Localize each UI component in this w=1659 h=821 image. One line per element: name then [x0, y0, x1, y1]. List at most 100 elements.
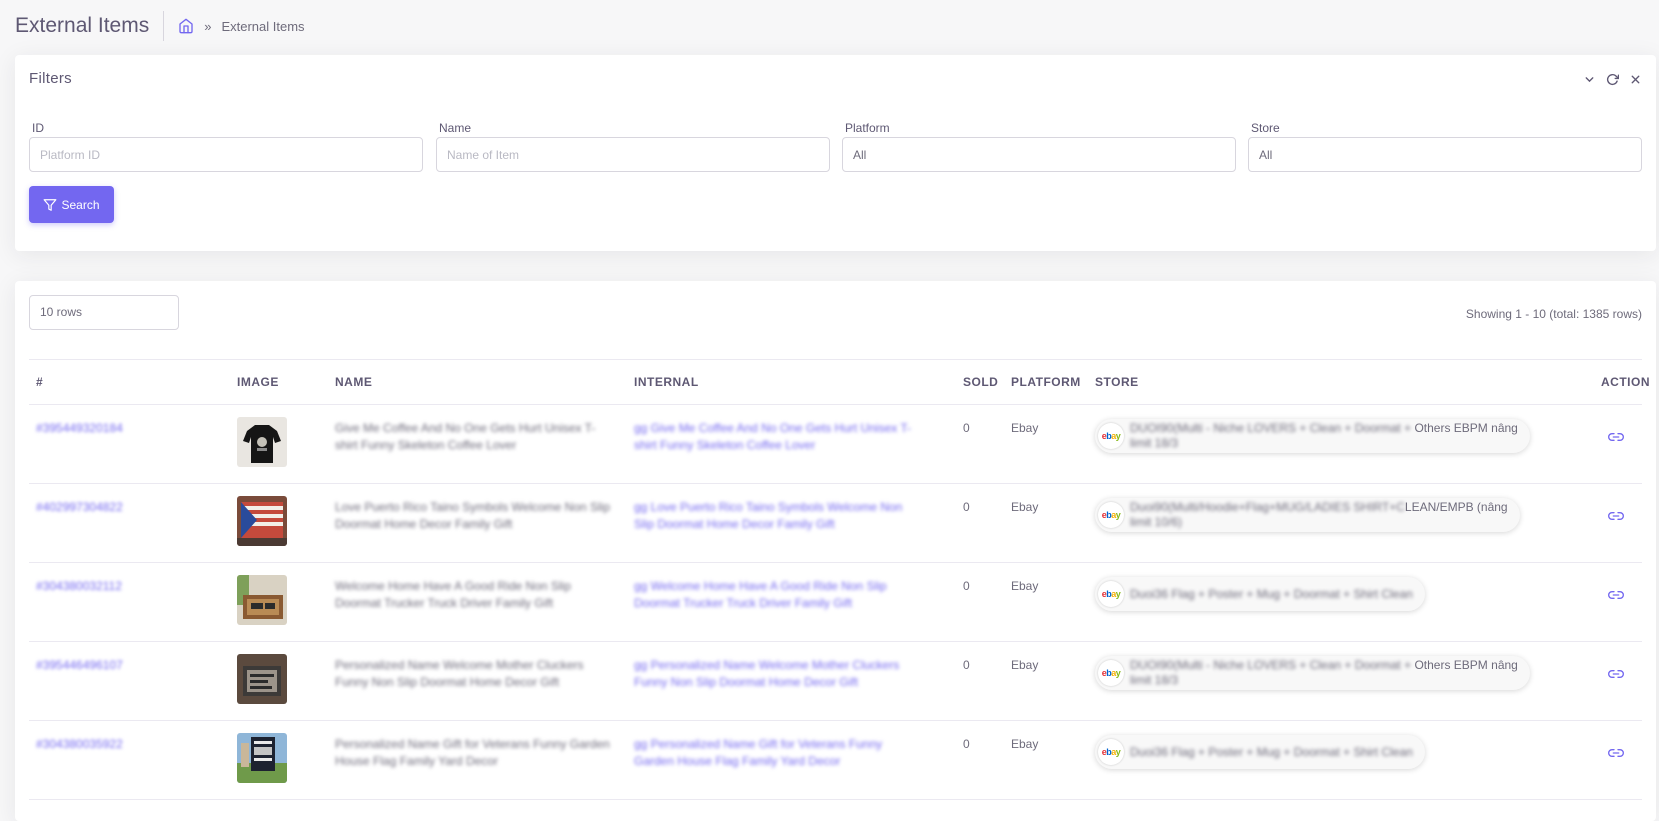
store-label: Store	[1251, 121, 1280, 135]
store-filter: Store	[1248, 121, 1642, 172]
store-name-tail: Others EBPM nâng	[1414, 658, 1518, 672]
item-platform: Ebay	[1011, 658, 1039, 672]
item-id-link[interactable]: #402997304822	[36, 499, 123, 516]
table-row: #395449320184 Give Me Coffee And No One …	[29, 405, 1642, 484]
pagination-info: Showing 1 - 10 (total: 1385 rows)	[1465, 307, 1642, 321]
page-header: External Items » External Items	[15, 10, 305, 42]
store-select[interactable]	[1248, 137, 1642, 172]
table-row: #402997304822 Love Puerto Rico Taino Sym…	[29, 484, 1642, 563]
item-image	[237, 496, 287, 546]
store-chip: ebay DUOI90(Multi - Niche LOVERS + Clean…	[1095, 419, 1530, 453]
store-name: DUOI90(Multi - Niche LOVERS + Clean + Do…	[1130, 421, 1518, 451]
link-icon[interactable]	[1608, 666, 1624, 682]
card-actions	[1583, 73, 1642, 86]
item-sold: 0	[963, 500, 970, 514]
item-name: Personalized Name Welcome Mother Clucker…	[335, 658, 584, 689]
link-icon[interactable]	[1608, 508, 1624, 524]
item-platform: Ebay	[1011, 500, 1039, 514]
item-sold: 0	[963, 579, 970, 593]
platform-filter: Platform	[842, 121, 1236, 172]
platform-select[interactable]	[842, 137, 1236, 172]
item-image	[237, 733, 287, 783]
item-platform: Ebay	[1011, 737, 1039, 751]
home-icon[interactable]	[178, 18, 194, 34]
store-chip: ebay Duoi90(Multi/Hoodie+Flag+MUG/LADIES…	[1095, 498, 1520, 532]
item-image	[237, 654, 287, 704]
table-row: #304380035922 Personalized Name Gift for…	[29, 721, 1642, 800]
filters-title: Filters	[29, 70, 72, 87]
item-name: Give Me Coffee And No One Gets Hurt Unis…	[335, 421, 596, 452]
internal-link[interactable]: gg Love Puerto Rico Taino Symbols Welcom…	[634, 499, 924, 533]
search-button-label: Search	[61, 197, 100, 212]
link-icon[interactable]	[1608, 587, 1624, 603]
search-button[interactable]: Search	[29, 186, 114, 223]
store-name-line2: limit 18/3	[1130, 673, 1179, 687]
item-image	[237, 575, 287, 625]
store-name-masked: Duoi36 Flag + Poster + Mug + Doormat + S…	[1130, 586, 1413, 601]
store-name: Duoi90(Multi/Hoodie+Flag+MUG/LADIES SHIR…	[1130, 500, 1508, 530]
store-name: Duoi36 Flag + Poster + Mug + Doormat + S…	[1130, 587, 1413, 602]
internal-link[interactable]: gg Give Me Coffee And No One Gets Hurt U…	[634, 420, 924, 454]
name-input[interactable]	[436, 137, 830, 172]
table-header: # IMAGE NAME INTERNAL SOLD PLATFORM STOR…	[29, 359, 1650, 405]
header-sold[interactable]: SOLD	[963, 375, 998, 389]
item-platform: Ebay	[1011, 421, 1039, 435]
item-platform: Ebay	[1011, 579, 1039, 593]
item-sold: 0	[963, 658, 970, 672]
store-name-line2: limit 10/6)	[1130, 515, 1183, 529]
items-table: # IMAGE NAME INTERNAL SOLD PLATFORM STOR…	[29, 359, 1650, 800]
refresh-icon[interactable]	[1606, 73, 1620, 86]
breadcrumb-separator: »	[204, 18, 212, 34]
header-name[interactable]: NAME	[335, 375, 372, 389]
id-filter: ID	[29, 121, 423, 172]
store-chip: ebay DUOI90(Multi - Niche LOVERS + Clean…	[1095, 656, 1530, 690]
item-id-link[interactable]: #304380035922	[36, 736, 123, 753]
internal-link[interactable]: gg Personalized Name Welcome Mother Cluc…	[634, 657, 924, 691]
header-action: ACTION	[1601, 375, 1650, 389]
rows-per-page-select[interactable]: 10 rows	[29, 295, 179, 330]
ebay-logo-icon: ebay	[1098, 423, 1124, 449]
store-chip: ebay Duoi36 Flag + Poster + Mug + Doorma…	[1095, 577, 1425, 611]
header-internal[interactable]: INTERNAL	[634, 375, 699, 389]
store-name-masked: Duoi36 Flag + Poster + Mug + Doormat + S…	[1130, 744, 1413, 759]
header-platform[interactable]: PLATFORM	[1011, 375, 1081, 389]
item-name: Personalized Name Gift for Veterans Funn…	[335, 737, 610, 768]
item-id-link[interactable]: #395449320184	[36, 420, 123, 437]
header-store[interactable]: STORE	[1095, 375, 1139, 389]
link-icon[interactable]	[1608, 745, 1624, 761]
item-id-link[interactable]: #395446496107	[36, 657, 123, 674]
id-label: ID	[32, 121, 44, 135]
name-label: Name	[439, 121, 472, 135]
filter-icon	[44, 198, 57, 211]
store-name-masked: Duoi90(Multi/Hoodie+Flag+MUG/LADIES SHIR…	[1130, 500, 1405, 514]
close-icon[interactable]	[1629, 73, 1642, 86]
item-sold: 0	[963, 421, 970, 435]
name-filter: Name	[436, 121, 830, 172]
item-id-link[interactable]: #304380032112	[36, 578, 122, 595]
store-name: Duoi36 Flag + Poster + Mug + Doormat + S…	[1130, 745, 1413, 760]
page-title: External Items	[15, 11, 165, 41]
items-table-card: 10 rows Showing 1 - 10 (total: 1385 rows…	[15, 281, 1656, 821]
store-name-line2: limit 18/3	[1130, 436, 1179, 450]
item-sold: 0	[963, 737, 970, 751]
item-image	[237, 417, 287, 467]
link-icon[interactable]	[1608, 429, 1624, 445]
internal-link[interactable]: gg Personalized Name Gift for Veterans F…	[634, 736, 924, 770]
ebay-logo-icon: ebay	[1098, 502, 1124, 528]
header-id[interactable]: #	[36, 375, 43, 389]
store-name: DUOI90(Multi - Niche LOVERS + Clean + Do…	[1130, 658, 1518, 688]
id-input[interactable]	[29, 137, 423, 172]
ebay-logo-icon: ebay	[1098, 660, 1124, 686]
internal-link[interactable]: gg Welcome Home Have A Good Ride Non Sli…	[634, 578, 924, 612]
filters-card: Filters ID Name Platform Store Search	[15, 55, 1656, 251]
item-name: Welcome Home Have A Good Ride Non Slip D…	[335, 579, 571, 610]
table-row: #395446496107 Personalized Name Welcome …	[29, 642, 1642, 721]
chevron-down-icon[interactable]	[1583, 73, 1596, 86]
item-name: Love Puerto Rico Taino Symbols Welcome N…	[335, 500, 611, 531]
platform-label: Platform	[845, 121, 890, 135]
store-name-masked: DUOI90(Multi - Niche LOVERS + Clean + Do…	[1130, 658, 1412, 672]
header-image: IMAGE	[237, 375, 279, 389]
table-row: #304380032112 Welcome Home Have A Good R…	[29, 563, 1642, 642]
store-name-tail: Others EBPM nâng	[1414, 421, 1518, 435]
ebay-logo-icon: ebay	[1098, 739, 1124, 765]
